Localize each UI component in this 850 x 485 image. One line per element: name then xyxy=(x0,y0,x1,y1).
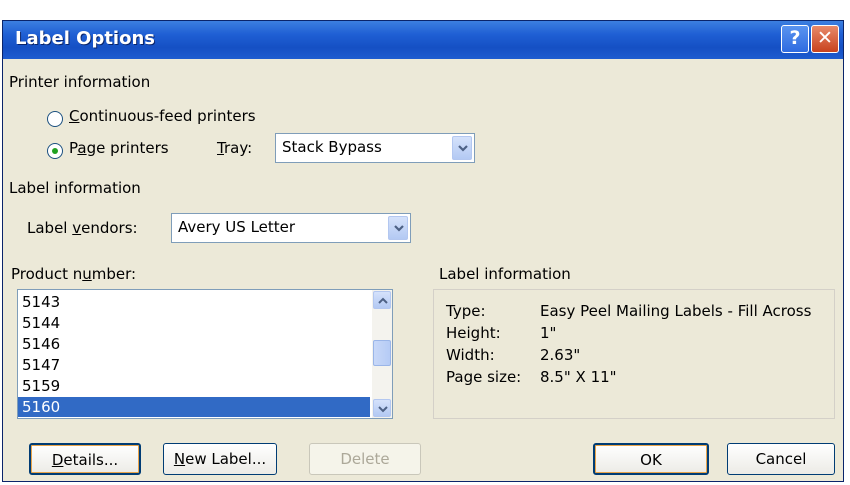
label-vendors-label: Label vendors: xyxy=(27,219,138,237)
continuous-feed-radio[interactable] xyxy=(47,111,63,127)
product-number-list[interactable]: 5143 5144 5146 5147 5159 5160 xyxy=(17,289,393,419)
title-bar[interactable]: Label Options ? ✕ xyxy=(3,21,843,59)
chevron-down-icon xyxy=(394,225,404,232)
delete-button[interactable]: Delete xyxy=(309,443,421,475)
tray-dropdown-button[interactable] xyxy=(452,136,472,160)
page-printers-radio[interactable] xyxy=(47,143,63,159)
tray-select-value: Stack Bypass xyxy=(282,138,382,156)
tray-select[interactable]: Stack Bypass xyxy=(275,133,475,163)
label-vendors-value: Avery US Letter xyxy=(178,218,296,236)
help-icon: ? xyxy=(789,27,801,49)
chevron-up-icon xyxy=(378,297,388,304)
close-icon: ✕ xyxy=(817,27,833,49)
list-scrollbar[interactable] xyxy=(372,290,392,418)
width-key: Width: xyxy=(446,346,495,364)
details-button[interactable]: Details... xyxy=(29,443,141,475)
page-size-value: 8.5" X 11" xyxy=(540,368,617,386)
label-options-dialog: Label Options ? ✕ Printer information Co… xyxy=(2,20,844,482)
width-value: 2.63" xyxy=(540,346,581,364)
label-vendors-select[interactable]: Avery US Letter xyxy=(171,213,411,243)
height-value: 1" xyxy=(540,324,557,342)
scroll-thumb[interactable] xyxy=(373,340,391,366)
new-label-button[interactable]: New Label... xyxy=(163,443,277,475)
type-value: Easy Peel Mailing Labels - Fill Across xyxy=(540,302,812,320)
cancel-button[interactable]: Cancel xyxy=(727,443,835,475)
page-size-key: Page size: xyxy=(446,368,522,386)
tray-label: Tray: xyxy=(217,139,253,157)
chevron-down-icon xyxy=(458,145,468,152)
list-item[interactable]: 5144 xyxy=(18,313,370,333)
printer-information-heading: Printer information xyxy=(9,73,151,91)
product-number-label: Product number: xyxy=(11,265,137,283)
list-item[interactable]: 5159 xyxy=(18,376,370,396)
type-key: Type: xyxy=(446,302,486,320)
ok-button[interactable]: OK xyxy=(593,443,709,475)
continuous-feed-label[interactable]: Continuous-feed printers xyxy=(69,107,256,125)
list-item-selected[interactable]: 5160 xyxy=(18,397,370,417)
height-key: Height: xyxy=(446,324,501,342)
list-item[interactable]: 5146 xyxy=(18,334,370,354)
window-title: Label Options xyxy=(15,28,156,49)
chevron-down-icon xyxy=(378,406,388,413)
scroll-up-button[interactable] xyxy=(373,291,391,309)
list-item[interactable]: 5143 xyxy=(18,292,370,312)
list-item[interactable]: 5147 xyxy=(18,355,370,375)
close-button[interactable]: ✕ xyxy=(811,25,839,53)
page-printers-label[interactable]: Page printers xyxy=(69,139,169,157)
label-information-heading: Label information xyxy=(9,179,141,197)
vendors-dropdown-button[interactable] xyxy=(388,216,408,240)
scroll-down-button[interactable] xyxy=(373,399,391,417)
label-details-heading: Label information xyxy=(439,265,571,283)
radio-selected-dot xyxy=(52,148,58,154)
help-button[interactable]: ? xyxy=(781,25,809,53)
label-details-panel: Type: Easy Peel Mailing Labels - Fill Ac… xyxy=(433,289,835,419)
